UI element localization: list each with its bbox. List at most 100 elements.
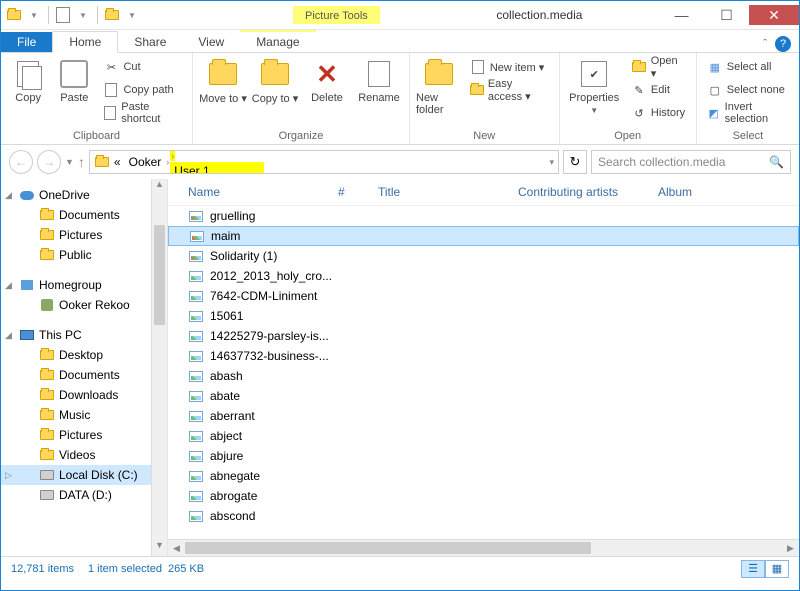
- quick-access-toolbar: ▼ ▼ ▼: [1, 6, 145, 24]
- file-name: abash: [210, 369, 243, 383]
- file-row[interactable]: abate: [168, 386, 799, 406]
- back-button[interactable]: ←: [9, 150, 33, 174]
- tree-item[interactable]: Downloads: [1, 385, 167, 405]
- address-bar[interactable]: « Ooker › Documents›Anki›User 1›collecti…: [89, 150, 559, 174]
- file-row[interactable]: abnegate: [168, 466, 799, 486]
- file-row[interactable]: aberrant: [168, 406, 799, 426]
- col-album[interactable]: Album: [658, 185, 791, 199]
- copy-path-button[interactable]: Copy path: [99, 79, 186, 101]
- file-row[interactable]: gruelling: [168, 206, 799, 226]
- paste-button[interactable]: Paste: [53, 56, 95, 128]
- tree-label: Pictures: [59, 228, 102, 242]
- up-button[interactable]: ↑: [78, 154, 85, 170]
- tree-item[interactable]: ◢This PC: [1, 325, 167, 345]
- qat-customize-icon[interactable]: ▼: [123, 6, 141, 24]
- file-row[interactable]: 14225279-parsley-is...: [168, 326, 799, 346]
- select-all-button[interactable]: ▦Select all: [703, 56, 793, 78]
- file-row[interactable]: abjure: [168, 446, 799, 466]
- expand-icon[interactable]: ◢: [5, 330, 12, 341]
- history-button[interactable]: ↺History: [627, 102, 690, 124]
- file-row[interactable]: abscond: [168, 506, 799, 526]
- tab-share[interactable]: Share: [118, 32, 182, 52]
- col-num[interactable]: #: [338, 185, 378, 199]
- open-button[interactable]: Open ▾: [627, 56, 690, 78]
- file-row[interactable]: maim: [168, 226, 799, 246]
- new-folder-qat-icon[interactable]: [103, 6, 121, 24]
- breadcrumb-segment[interactable]: User 1: [170, 162, 264, 174]
- rename-button[interactable]: Rename: [355, 56, 403, 128]
- expand-icon[interactable]: ▷: [5, 470, 12, 481]
- tree-item[interactable]: Documents: [1, 365, 167, 385]
- invert-selection-button[interactable]: ◩Invert selection: [703, 102, 793, 124]
- tree-item[interactable]: Documents: [1, 205, 167, 225]
- tree-item[interactable]: ◢OneDrive: [1, 185, 167, 205]
- content-panes: ◢OneDriveDocumentsPicturesPublic◢Homegro…: [1, 179, 799, 556]
- tree-item[interactable]: Videos: [1, 445, 167, 465]
- select-none-button[interactable]: ▢Select none: [703, 79, 793, 101]
- tree-icon: [39, 387, 55, 403]
- cut-button[interactable]: ✂Cut: [99, 56, 186, 78]
- tree-item[interactable]: Public: [1, 245, 167, 265]
- expand-icon[interactable]: ◢: [5, 280, 12, 291]
- copy-to-button[interactable]: Copy to ▾: [251, 56, 299, 128]
- file-row[interactable]: abject: [168, 426, 799, 446]
- breadcrumb-prefix[interactable]: «: [110, 153, 125, 171]
- close-button[interactable]: ✕: [749, 5, 799, 25]
- tree-icon: [39, 297, 55, 313]
- properties-qat-icon[interactable]: [54, 6, 72, 24]
- tree-item[interactable]: ◢Homegroup: [1, 275, 167, 295]
- addr-dropdown-icon[interactable]: ▾: [549, 157, 554, 168]
- new-folder-button[interactable]: New folder: [416, 56, 462, 128]
- col-artists[interactable]: Contributing artists: [518, 185, 658, 199]
- horizontal-scrollbar[interactable]: ◀▶: [168, 539, 799, 556]
- tree-item[interactable]: Pictures: [1, 425, 167, 445]
- easy-access-button[interactable]: Easy access ▾: [466, 79, 553, 101]
- file-row[interactable]: 15061: [168, 306, 799, 326]
- col-title[interactable]: Title: [378, 185, 518, 199]
- recent-locations-icon[interactable]: ▼: [65, 157, 74, 167]
- forward-button[interactable]: →: [37, 150, 61, 174]
- nav-scrollbar[interactable]: ▲ ▼: [151, 179, 167, 556]
- col-name[interactable]: Name: [188, 185, 338, 199]
- column-headers[interactable]: Name # Title Contributing artists Album: [168, 179, 799, 206]
- file-icon: [188, 448, 204, 464]
- tab-file[interactable]: File: [1, 32, 52, 52]
- copy-button[interactable]: Copy: [7, 56, 49, 128]
- file-row[interactable]: 7642-CDM-Liniment: [168, 286, 799, 306]
- file-name: abscond: [210, 509, 255, 523]
- expand-icon[interactable]: ◢: [5, 190, 12, 201]
- tree-item[interactable]: DATA (D:): [1, 485, 167, 505]
- file-row[interactable]: 2012_2013_holy_cro...: [168, 266, 799, 286]
- search-input[interactable]: Search collection.media 🔍: [591, 150, 791, 174]
- file-row[interactable]: 14637732-business-...: [168, 346, 799, 366]
- properties-button[interactable]: ✔Properties▼: [566, 56, 623, 128]
- tab-view[interactable]: View: [182, 32, 240, 52]
- tree-item[interactable]: ▷Local Disk (C:): [1, 465, 167, 485]
- edit-button[interactable]: ✎Edit: [627, 79, 690, 101]
- tree-item[interactable]: Ooker Rekoo: [1, 295, 167, 315]
- tree-item[interactable]: Desktop: [1, 345, 167, 365]
- tree-item[interactable]: Pictures: [1, 225, 167, 245]
- minimize-button[interactable]: —: [659, 5, 704, 25]
- file-pane: Name # Title Contributing artists Album …: [168, 179, 799, 556]
- move-to-button[interactable]: Move to ▾: [199, 56, 247, 128]
- paste-shortcut-button[interactable]: Paste shortcut: [99, 102, 186, 124]
- delete-button[interactable]: ✕Delete: [303, 56, 351, 128]
- new-item-button[interactable]: New item ▾: [466, 56, 553, 78]
- breadcrumb-root[interactable]: Ooker: [125, 153, 166, 171]
- collapse-ribbon-icon[interactable]: ˆ: [763, 38, 767, 50]
- qat-dropdown-icon[interactable]: ▼: [25, 6, 43, 24]
- qat-dropdown2-icon[interactable]: ▼: [74, 6, 92, 24]
- file-row[interactable]: abrogate: [168, 486, 799, 506]
- file-row[interactable]: Solidarity (1): [168, 246, 799, 266]
- tab-home[interactable]: Home: [52, 31, 118, 53]
- file-row[interactable]: abash: [168, 366, 799, 386]
- help-icon[interactable]: ?: [775, 36, 791, 52]
- refresh-button[interactable]: ↻: [563, 150, 587, 174]
- tab-manage[interactable]: Manage: [240, 30, 315, 52]
- file-list[interactable]: gruellingmaimSolidarity (1)2012_2013_hol…: [168, 206, 799, 539]
- maximize-button[interactable]: ☐: [704, 5, 749, 25]
- details-view-button[interactable]: ☰: [741, 560, 765, 578]
- thumbnails-view-button[interactable]: ▦: [765, 560, 789, 578]
- tree-item[interactable]: Music: [1, 405, 167, 425]
